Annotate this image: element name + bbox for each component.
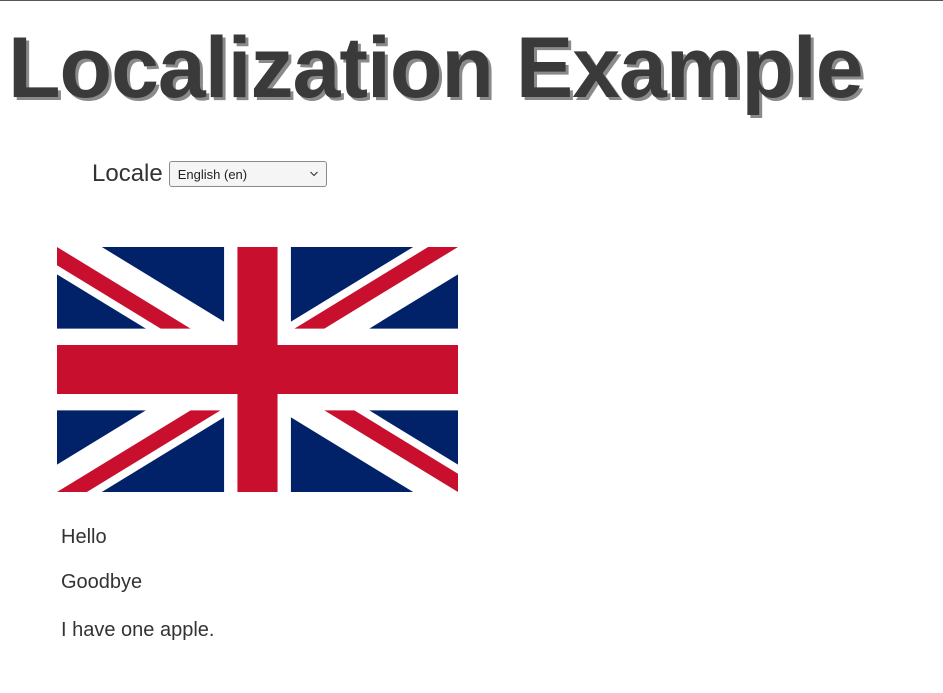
goodbye-text: Goodbye bbox=[61, 571, 143, 593]
locale-select[interactable]: English (en) bbox=[168, 161, 327, 187]
top-divider bbox=[0, 0, 943, 1]
flag-image bbox=[57, 247, 458, 492]
apple-count-text: I have one apple. bbox=[61, 619, 215, 641]
page-title: Localization Example bbox=[8, 20, 864, 116]
locale-row: Locale English (en) bbox=[92, 158, 327, 190]
hello-text: Hello bbox=[61, 526, 107, 548]
locale-label: Locale bbox=[92, 160, 163, 187]
chevron-down-icon bbox=[309, 171, 318, 177]
locale-selected-value: English (en) bbox=[177, 166, 248, 182]
